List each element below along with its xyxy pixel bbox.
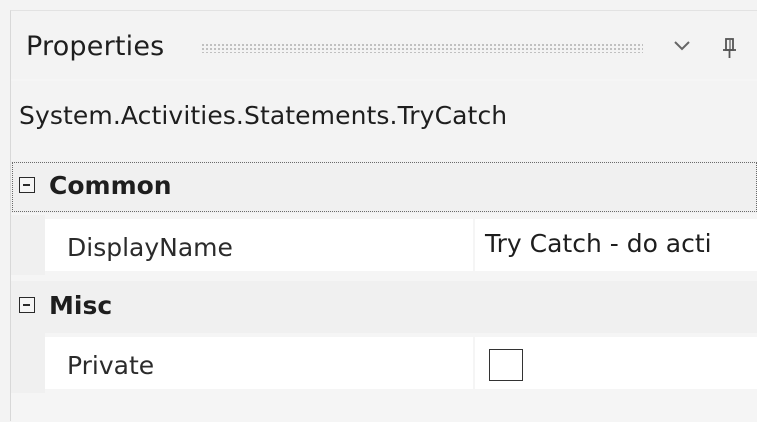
pin-icon [723,38,736,58]
category-label: Misc [49,291,113,320]
category-label: Common [49,171,172,200]
selected-object-type: System.Activities.Statements.TryCatch [11,81,757,161]
displayname-value-field[interactable]: Try Catch - do acti [475,219,757,271]
drag-grip[interactable] [201,43,643,53]
property-name-cell[interactable]: DisplayName [45,219,473,271]
row-gutter [11,215,45,275]
property-name: DisplayName [67,233,233,262]
property-name: Private [67,351,155,380]
private-checkbox[interactable] [489,349,523,381]
chevron-down-icon [674,41,690,51]
property-row-private[interactable]: Private [11,333,757,393]
property-row-displayname[interactable]: DisplayName Try Catch - do acti [11,215,757,275]
pin-button[interactable] [716,31,744,63]
private-value-cell[interactable] [475,337,757,389]
window-position-button[interactable] [668,31,696,63]
collapse-toggle-icon[interactable] [19,297,35,313]
properties-panel: Properties System.Activities.Statements.… [10,10,757,422]
property-value[interactable]: Try Catch - do acti [485,227,712,261]
property-name-cell[interactable]: Private [45,337,473,389]
category-common[interactable]: Common [11,161,757,213]
category-misc[interactable]: Misc [11,281,757,333]
panel-title-bar[interactable]: Properties [11,11,757,79]
row-gutter [11,333,45,393]
collapse-toggle-icon[interactable] [19,177,35,193]
property-grid: Common DisplayName Try Catch - do acti M… [11,161,757,422]
selected-type-name: System.Activities.Statements.TryCatch [19,101,508,130]
panel-title: Properties [26,31,165,62]
